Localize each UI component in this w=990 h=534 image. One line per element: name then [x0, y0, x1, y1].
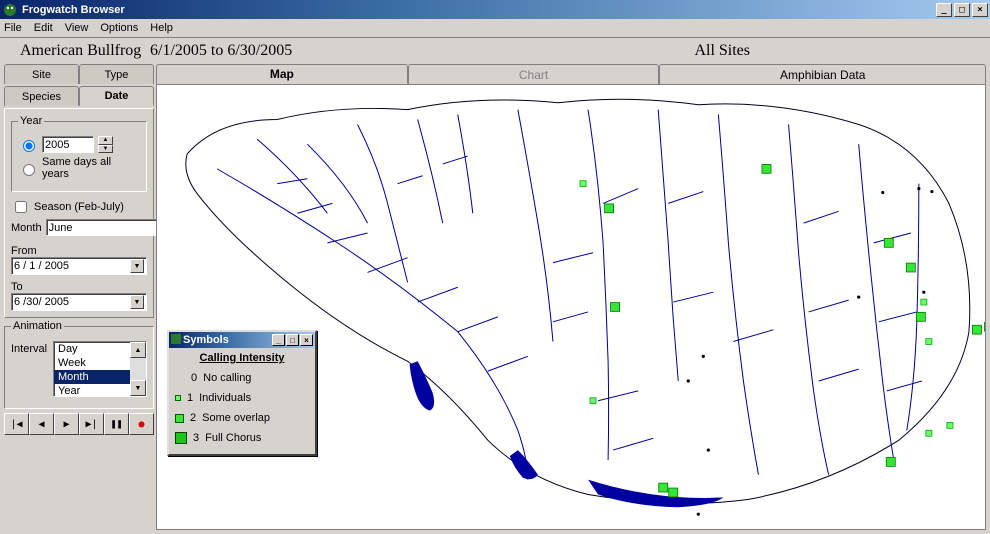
menu-options[interactable]: Options: [100, 22, 138, 34]
tab-date[interactable]: Date: [79, 86, 154, 106]
app-icon: [2, 2, 18, 18]
month-label: Month: [11, 222, 42, 234]
menu-edit[interactable]: Edit: [34, 22, 53, 34]
animation-legend: Animation: [11, 320, 64, 332]
playback-bar: |◀ ◀ ▶ ▶| ❚❚ ●: [4, 413, 154, 435]
window-titlebar: Frogwatch Browser _ □ ×: [0, 0, 990, 19]
legend-code-0: 0: [191, 372, 197, 384]
playback-record[interactable]: ●: [129, 413, 154, 435]
interval-option-month[interactable]: Month: [54, 370, 130, 384]
legend-code-3: 3: [193, 432, 199, 444]
year-spin-down[interactable]: ▼: [98, 145, 113, 154]
tab-map[interactable]: Map: [156, 64, 408, 84]
year-radio-specific[interactable]: [23, 140, 35, 152]
interval-scroll-down[interactable]: ▼: [130, 380, 146, 396]
legend-row-1: 1 Individuals: [175, 388, 309, 408]
header-sites: All Sites: [694, 42, 750, 60]
to-label: To: [11, 281, 23, 293]
year-radio-same-days[interactable]: [23, 164, 35, 176]
symbols-maximize[interactable]: □: [286, 334, 299, 346]
interval-option-day[interactable]: Day: [54, 342, 130, 356]
interval-option-year[interactable]: Year: [54, 384, 130, 397]
left-tabs-site-type: Site Type: [4, 64, 154, 84]
legend-code-1: 1: [187, 392, 193, 404]
window-title: Frogwatch Browser: [22, 4, 125, 16]
date-panel: Year ▲ ▼ Same days all years: [4, 108, 154, 318]
from-label: From: [11, 245, 37, 257]
content-tabs: Map Chart Amphibian Data: [156, 64, 986, 84]
from-date-picker[interactable]: 6 / 1 / 2005 ▼: [11, 257, 147, 275]
header-date-range: 6/1/2005 to 6/30/2005: [150, 42, 450, 60]
interval-scroll-track[interactable]: [130, 358, 146, 380]
legend-marker-2: [175, 414, 184, 423]
symbols-window[interactable]: Symbols _ □ × Calling Intensity 0 No cal…: [167, 330, 317, 456]
symbols-title: Symbols: [183, 334, 229, 346]
tab-species[interactable]: Species: [4, 86, 79, 106]
symbols-minimize[interactable]: _: [272, 334, 285, 346]
year-group: Year ▲ ▼ Same days all years: [11, 115, 147, 192]
playback-pause[interactable]: ❚❚: [104, 413, 129, 435]
menu-help[interactable]: Help: [150, 22, 173, 34]
maximize-button[interactable]: □: [954, 3, 970, 17]
playback-first[interactable]: |◀: [4, 413, 29, 435]
to-date-value: 6 /30/ 2005: [14, 296, 69, 308]
symbols-close[interactable]: ×: [300, 334, 313, 346]
animation-group: Animation Interval Day Week Month Year ▲…: [4, 320, 154, 409]
close-button[interactable]: ×: [972, 3, 988, 17]
menu-view[interactable]: View: [65, 22, 89, 34]
minimize-button[interactable]: _: [936, 3, 952, 17]
season-checkbox[interactable]: [15, 201, 27, 213]
legend-label-0: No calling: [203, 372, 251, 384]
playback-prev[interactable]: ◀: [29, 413, 54, 435]
symbols-heading: Calling Intensity: [175, 352, 309, 364]
map-panel[interactable]: Symbols _ □ × Calling Intensity 0 No cal…: [156, 84, 986, 530]
legend-row-3: 3 Full Chorus: [175, 428, 309, 448]
legend-marker-0: [175, 373, 185, 383]
tab-type[interactable]: Type: [79, 64, 154, 84]
from-date-value: 6 / 1 / 2005: [14, 260, 69, 272]
header-labels: American Bullfrog 6/1/2005 to 6/30/2005 …: [0, 38, 990, 64]
legend-marker-1: [175, 395, 181, 401]
playback-last[interactable]: ▶|: [79, 413, 104, 435]
season-label: Season (Feb-July): [34, 201, 124, 213]
tab-site[interactable]: Site: [4, 64, 79, 84]
playback-next[interactable]: ▶: [54, 413, 79, 435]
watershed-map: [157, 85, 985, 529]
menu-file[interactable]: File: [4, 22, 22, 34]
symbols-titlebar[interactable]: Symbols _ □ ×: [169, 332, 315, 348]
left-tabs-species-date: Species Date: [4, 86, 154, 106]
legend-label-3: Full Chorus: [205, 432, 261, 444]
to-dropdown-icon[interactable]: ▼: [130, 295, 144, 309]
same-days-label: Same days all years: [42, 156, 140, 180]
to-date-picker[interactable]: 6 /30/ 2005 ▼: [11, 293, 147, 311]
legend-row-0: 0 No calling: [175, 368, 309, 388]
interval-scroll-up[interactable]: ▲: [130, 342, 146, 358]
legend-label-2: Some overlap: [202, 412, 270, 424]
menu-bar: File Edit View Options Help: [0, 19, 990, 38]
year-input[interactable]: [42, 136, 94, 153]
interval-listbox[interactable]: Day Week Month Year ▲ ▼: [53, 341, 147, 397]
symbols-icon: [171, 334, 183, 346]
interval-label: Interval: [11, 341, 49, 355]
year-spin-up[interactable]: ▲: [98, 136, 113, 145]
tab-amphibian-data[interactable]: Amphibian Data: [659, 64, 986, 84]
legend-code-2: 2: [190, 412, 196, 424]
interval-option-week[interactable]: Week: [54, 356, 130, 370]
from-dropdown-icon[interactable]: ▼: [130, 259, 144, 273]
year-legend: Year: [18, 115, 44, 127]
tab-chart[interactable]: Chart: [408, 64, 660, 84]
legend-row-2: 2 Some overlap: [175, 408, 309, 428]
header-species: American Bullfrog: [20, 42, 150, 60]
legend-marker-3: [175, 432, 187, 444]
legend-label-1: Individuals: [199, 392, 251, 404]
